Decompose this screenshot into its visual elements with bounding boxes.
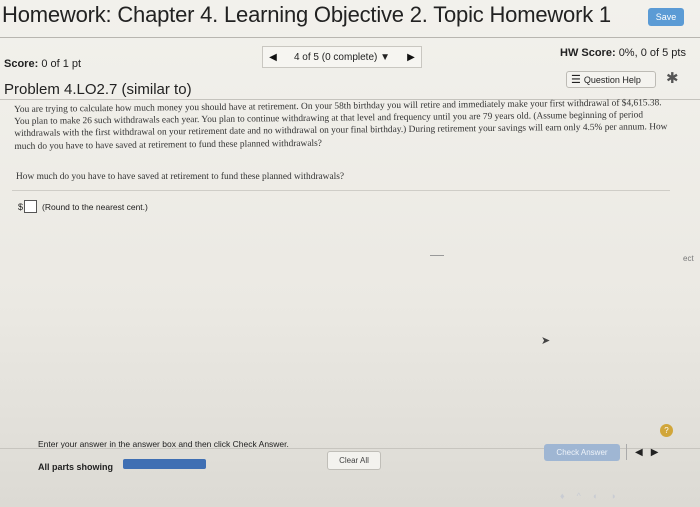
footer-pager: ◀ ▶: [626, 444, 658, 460]
prev-question-icon[interactable]: ◀: [263, 52, 283, 63]
hw-score-value: 0%, 0 of 5 pts: [618, 47, 686, 59]
next-page-icon[interactable]: ▶: [651, 447, 659, 458]
score-label: Score:: [4, 58, 39, 70]
tray-person-icon: ♦: [560, 491, 565, 501]
question-navigator: ◀ 4 of 5 (0 complete) ▼ ▶: [262, 46, 422, 68]
question-prompt: How much do you have to have saved at re…: [16, 172, 345, 182]
prompt-divider: [12, 190, 670, 191]
hw-score: HW Score: 0%, 0 of 5 pts: [560, 47, 686, 59]
answer-hint: (Round to the nearest cent.): [42, 201, 148, 212]
hw-score-label: HW Score:: [560, 47, 616, 59]
divider-dash: [430, 255, 444, 256]
list-icon: ☰: [571, 74, 581, 86]
help-icon[interactable]: ?: [660, 424, 673, 437]
mouse-cursor-icon: ➤: [541, 335, 551, 347]
header-divider: [0, 37, 700, 38]
prev-page-icon[interactable]: ◀: [635, 447, 643, 458]
clear-all-button[interactable]: Clear All: [327, 451, 381, 470]
question-text: You are trying to calculate how much mon…: [14, 98, 668, 152]
page-title: Homework: Chapter 4. Learning Objective …: [2, 2, 611, 27]
system-tray: ♦ ^ ◐ ◑: [560, 491, 700, 507]
all-parts-label: All parts showing: [38, 462, 114, 472]
score-value: 0 of 1 pt: [41, 58, 82, 70]
chevron-down-icon: ▼: [380, 51, 391, 63]
answer-row: $ (Round to the nearest cent.): [18, 200, 148, 213]
parts-progress-bar: [123, 459, 206, 469]
side-fragment: ect: [683, 254, 694, 263]
question-selector[interactable]: 4 of 5 (0 complete) ▼: [283, 52, 401, 63]
parts-progress-fill: [123, 459, 206, 469]
score: Score: 0 of 1 pt: [4, 58, 81, 70]
answer-input[interactable]: [24, 200, 38, 213]
currency-symbol: $: [18, 201, 24, 212]
check-answer-button[interactable]: Check Answer: [544, 444, 620, 461]
question-help-label: Question Help: [583, 74, 641, 85]
tray-network-icon: ◐: [592, 491, 599, 501]
save-button[interactable]: Save: [648, 8, 684, 26]
homework-page: Homework: Chapter 4. Learning Objective …: [0, 0, 700, 507]
pager-divider: [626, 444, 627, 460]
gear-icon[interactable]: ✱: [666, 69, 679, 87]
tray-chevron-icon: ^: [576, 491, 581, 501]
question-help-button[interactable]: ☰ Question Help: [566, 71, 656, 88]
tray-volume-icon: ◑: [610, 491, 616, 501]
question-selector-label: 4 of 5 (0 complete): [293, 51, 378, 63]
problem-title: Problem 4.LO2.7 (similar to): [4, 81, 192, 98]
next-question-icon[interactable]: ▶: [401, 52, 421, 63]
